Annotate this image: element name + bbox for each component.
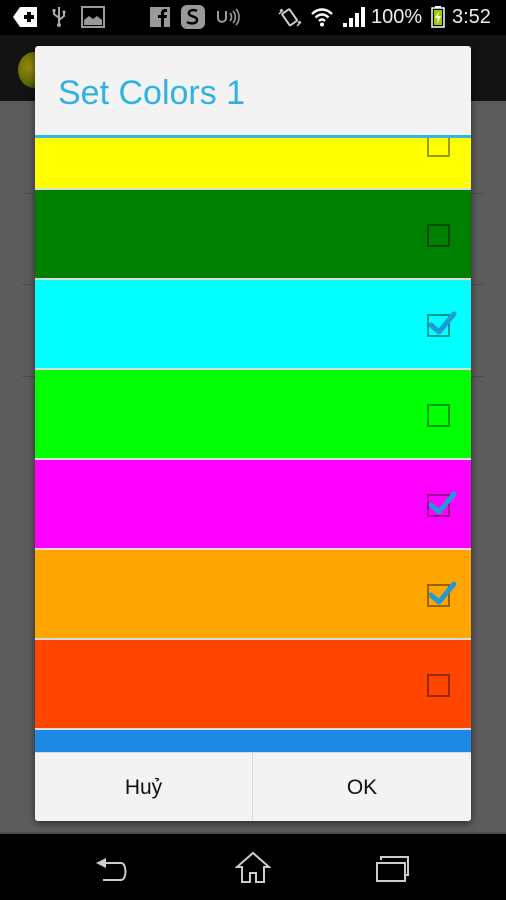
skype-icon [180,5,206,29]
color-checkbox[interactable] [427,674,450,697]
usb-icon [50,6,68,28]
recent-apps-icon [376,856,409,882]
color-row-orangered[interactable] [35,640,471,730]
navigation-bar [0,832,506,900]
facebook-icon [150,6,170,28]
home-button[interactable] [223,848,283,888]
color-row-magenta[interactable] [35,460,471,550]
cancel-button[interactable]: Huỷ [35,753,253,821]
back-icon [96,858,127,881]
color-checkbox[interactable] [427,491,457,517]
ok-button[interactable]: OK [253,753,471,821]
wifi-icon [310,6,334,28]
set-colors-dialog: Set Colors 1 Huỷ OK [35,46,471,821]
color-list[interactable] [35,138,471,752]
battery-charging-icon [430,6,446,28]
recent-apps-button[interactable] [363,848,423,888]
back-button[interactable] [83,848,143,888]
color-row-orange[interactable] [35,550,471,640]
gallery-icon [81,6,105,28]
nfc-icon [216,6,240,28]
color-checkbox[interactable] [427,138,450,157]
clock: 3:52 [452,6,491,28]
checkmark-icon [428,311,457,335]
battery-percent: 100% [371,6,423,28]
add-notification-icon [12,6,38,28]
color-checkbox[interactable] [427,581,457,607]
color-checkbox[interactable] [427,404,450,427]
color-row-cyan[interactable] [35,280,471,370]
color-checkbox[interactable] [427,224,450,247]
color-row-yellow[interactable] [35,138,471,190]
screen: 100% 3:52 Set Colors 1 Huỷ OK [0,0,506,900]
color-row-green[interactable] [35,190,471,280]
color-row-lime[interactable] [35,370,471,460]
color-row-dodgerblue[interactable] [35,730,471,752]
home-icon [235,851,271,883]
checkmark-icon [428,581,457,605]
signal-icon [342,6,366,28]
dialog-button-bar: Huỷ OK [35,752,471,821]
color-checkbox[interactable] [427,311,457,337]
dialog-title: Set Colors 1 [58,74,246,112]
vibrate-icon [278,6,302,28]
status-bar: 100% 3:52 [0,0,506,35]
checkmark-icon [428,491,457,515]
color-list-content [35,138,471,752]
